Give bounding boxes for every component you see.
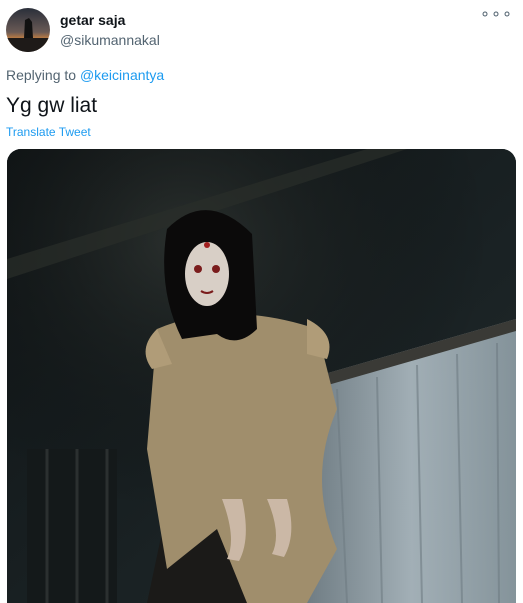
- avatar[interactable]: [6, 8, 50, 52]
- user-handle[interactable]: @sikumannakal: [60, 32, 160, 48]
- tweet-text: Yg gw liat: [6, 94, 98, 117]
- replying-to-user-link[interactable]: @keicinantya: [80, 67, 164, 83]
- tweet-photo[interactable]: [7, 149, 516, 603]
- display-name[interactable]: getar saja: [60, 12, 125, 28]
- replying-to: Replying to @keicinantya: [6, 67, 164, 83]
- replying-to-prefix: Replying to: [6, 67, 80, 83]
- ellipsis-icon[interactable]: ∘∘∘: [480, 7, 513, 23]
- translate-tweet-link[interactable]: Translate Tweet: [6, 125, 91, 139]
- photo-image: [7, 149, 516, 603]
- avatar-image: [6, 8, 50, 52]
- tweet-card: getar saja @sikumannakal ∘∘∘ Replying to…: [0, 0, 523, 603]
